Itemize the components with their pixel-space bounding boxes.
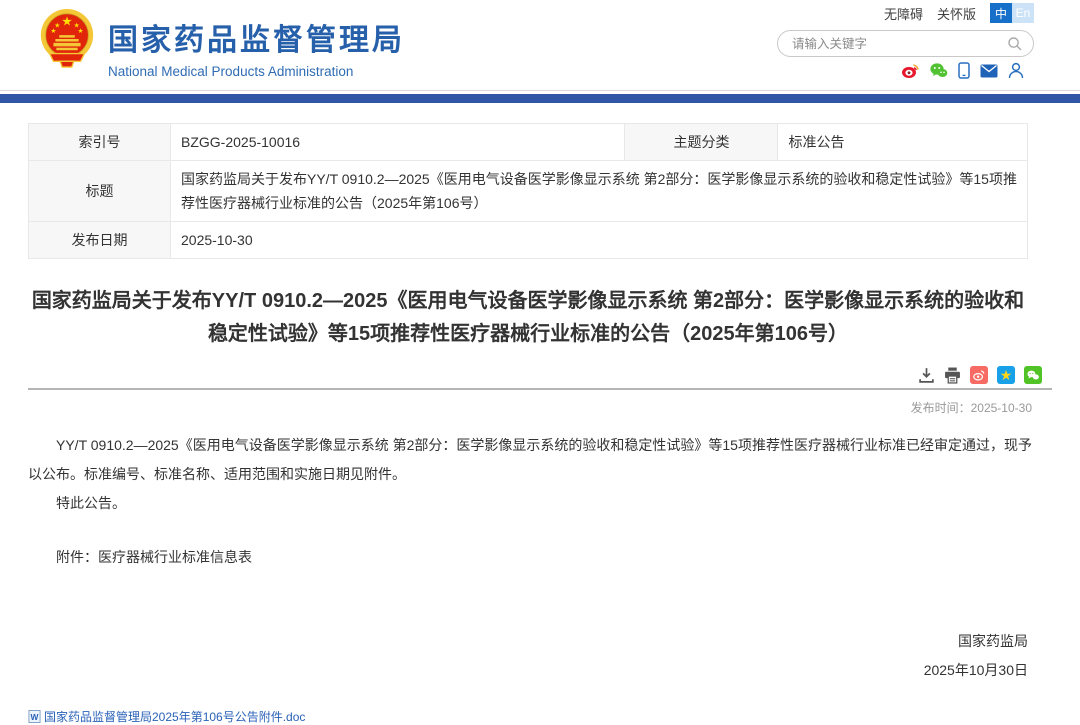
site-header: ★ ★ ★ ★ ★ 国家药品监督管理局 National Medical Pro… (0, 0, 1080, 91)
signature-org: 国家药监局 (28, 627, 1028, 656)
signature-date: 2025年10月30日 (28, 656, 1028, 685)
search-box (777, 30, 1034, 57)
publish-date-value: 2025-10-30 (171, 222, 1028, 259)
site-subtitle: National Medical Products Administration (108, 64, 405, 79)
index-value: BZGG-2025-10016 (171, 124, 625, 161)
attachment-reference: 附件：医疗器械行业标准信息表 (28, 543, 1036, 572)
weibo-icon[interactable] (901, 62, 920, 79)
table-row: 发布日期 2025-10-30 (29, 222, 1028, 259)
publish-time: 发布时间：2025-10-30 (28, 399, 1032, 416)
header-accent-bar (0, 94, 1080, 103)
site-title: 国家药品监督管理局 (108, 15, 405, 59)
share-wechat-icon[interactable] (1024, 366, 1042, 384)
site-brand: 国家药品监督管理局 National Medical Products Admi… (108, 15, 405, 79)
table-row: 索引号 BZGG-2025-10016 主题分类 标准公告 (29, 124, 1028, 161)
article-paragraph: 特此公告。 (28, 489, 1036, 518)
accessibility-link[interactable]: 无障碍 (884, 4, 923, 23)
print-icon[interactable] (944, 367, 961, 384)
download-icon[interactable] (918, 367, 935, 384)
article-toolbar: ★ (28, 366, 1042, 384)
page-title: 国家药监局关于发布YY/T 0910.2—2025《医用电气设备医学影像显示系统… (28, 285, 1028, 351)
national-emblem-logo: ★ ★ ★ ★ ★ (36, 6, 98, 77)
care-version-link[interactable]: 关怀版 (937, 4, 976, 23)
wechat-icon[interactable] (930, 62, 948, 79)
language-switch: 中 En (990, 3, 1034, 23)
mobile-icon[interactable] (958, 62, 970, 79)
lang-en-button[interactable]: En (1012, 3, 1034, 23)
doc-file-icon: W (28, 710, 41, 723)
svg-text:★: ★ (61, 14, 72, 28)
title-value: 国家药监局关于发布YY/T 0910.2—2025《医用电气设备医学影像显示系统… (171, 161, 1028, 222)
publish-date-label: 发布日期 (29, 222, 171, 259)
category-value: 标准公告 (778, 124, 1028, 161)
header-social-icons (901, 62, 1024, 79)
mail-icon[interactable] (980, 64, 998, 78)
table-row: 标题 国家药监局关于发布YY/T 0910.2—2025《医用电气设备医学影像显… (29, 161, 1028, 222)
title-label: 标题 (29, 161, 171, 222)
signature-block: 国家药监局 2025年10月30日 (28, 627, 1028, 685)
share-weibo-icon[interactable] (970, 366, 988, 384)
user-icon[interactable] (1008, 62, 1024, 79)
svg-text:★: ★ (78, 28, 84, 35)
svg-text:★: ★ (50, 28, 56, 35)
index-label: 索引号 (29, 124, 171, 161)
main-content: 索引号 BZGG-2025-10016 主题分类 标准公告 标题 国家药监局关于… (28, 123, 1052, 725)
search-input[interactable] (792, 37, 1007, 51)
article-body: YY/T 0910.2—2025《医用电气设备医学影像显示系统 第2部分：医学影… (28, 431, 1036, 572)
lang-zh-button[interactable]: 中 (990, 3, 1012, 23)
category-label: 主题分类 (625, 124, 778, 161)
search-icon[interactable] (1007, 36, 1023, 52)
share-qzone-icon[interactable]: ★ (997, 366, 1015, 384)
document-meta-table: 索引号 BZGG-2025-10016 主题分类 标准公告 标题 国家药监局关于… (28, 123, 1028, 259)
svg-text:W: W (31, 712, 39, 722)
title-divider (28, 388, 1052, 390)
article-paragraph: YY/T 0910.2—2025《医用电气设备医学影像显示系统 第2部分：医学影… (28, 431, 1036, 489)
top-utility-bar: 无障碍 关怀版 中 En (884, 3, 1034, 23)
